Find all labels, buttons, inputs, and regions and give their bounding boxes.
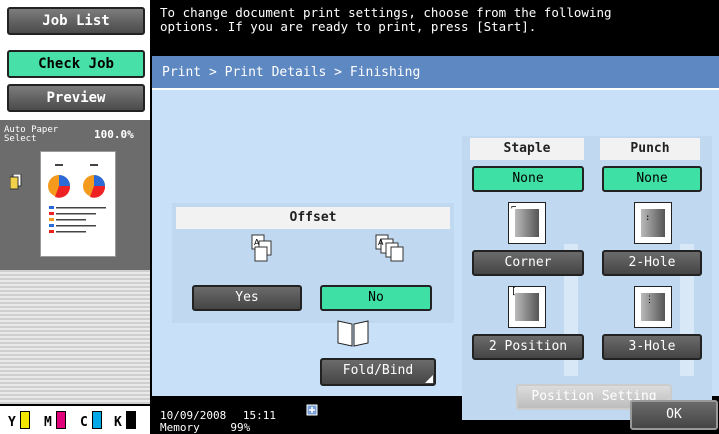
breadcrumb: Print > Print Details > Finishing (152, 56, 719, 90)
copies-icon (10, 174, 22, 190)
fold-bind-label: Fold/Bind (342, 363, 414, 378)
finishing-area: Offset A A Yes No Fold/Bind Staple Punch… (152, 90, 719, 420)
left-panel: Job List Check Job Preview Auto Paper Se… (0, 0, 150, 434)
ok-button[interactable]: OK (630, 400, 718, 430)
fold-bind-icon (337, 320, 369, 347)
network-icon (306, 404, 318, 416)
toner-m-label: M (44, 415, 52, 430)
staple-title: Staple (470, 138, 584, 160)
paper-select-label: Auto Paper Select (4, 125, 59, 144)
staple-corner-button[interactable]: Corner (472, 250, 584, 276)
status-datetime: 10/09/2008 15:11 (160, 410, 276, 421)
memory-value: 99% (230, 421, 251, 434)
message-bar: To change document print settings, choos… (152, 0, 719, 52)
offset-no-button[interactable]: No (320, 285, 432, 311)
punch-3hole-button[interactable]: 3-Hole (602, 334, 702, 360)
punch-none-button[interactable]: None (602, 166, 702, 192)
toner-k-label: K (114, 415, 122, 430)
corner-marker-icon (425, 375, 433, 383)
offset-title: Offset (176, 207, 450, 229)
check-job-button[interactable]: Check Job (7, 50, 145, 78)
toner-y-label: Y (8, 415, 16, 430)
toner-level-bar: Y M C K (0, 404, 150, 434)
punch-2hole-button[interactable]: 2-Hole (602, 250, 702, 276)
svg-text:A: A (254, 238, 260, 247)
punch-title: Punch (600, 138, 700, 160)
preview-card: Auto Paper Select 100.0% (0, 120, 150, 270)
staple-none-button[interactable]: None (472, 166, 584, 192)
toner-k-gauge (126, 411, 136, 429)
zoom-label: 100.0% (94, 128, 134, 141)
memory-label: Memory (160, 421, 200, 434)
document-preview-icon (48, 164, 106, 233)
staple-2position-icon: [ (508, 286, 546, 328)
staple-punch-group: Staple Punch None None ⌐ : Corner 2-Hole… (462, 136, 712, 420)
fold-bind-button[interactable]: Fold/Bind (320, 358, 436, 386)
staple-corner-icon: ⌐ (508, 202, 546, 244)
punch-2hole-icon: : (634, 202, 672, 244)
offset-no-icon: A (375, 234, 404, 262)
document-thumbnail (40, 151, 116, 257)
svg-text:A: A (378, 238, 384, 247)
toner-c-label: C (80, 415, 88, 430)
job-list-button[interactable]: Job List (7, 7, 145, 35)
offset-yes-icon: A (251, 234, 272, 262)
hatch-area (0, 270, 150, 404)
toner-m-gauge (56, 411, 66, 429)
staple-2position-button[interactable]: 2 Position (472, 334, 584, 360)
punch-3hole-icon: ⋮ (634, 286, 672, 328)
toner-c-gauge (92, 411, 102, 429)
preview-button[interactable]: Preview (7, 84, 145, 112)
status-memory: Memory 99% (160, 422, 250, 433)
offset-yes-button[interactable]: Yes (192, 285, 302, 311)
main-panel: Print > Print Details > Finishing Offset… (152, 56, 719, 420)
toner-y-gauge (20, 411, 30, 429)
offset-group: Offset A A Yes No (172, 203, 454, 323)
